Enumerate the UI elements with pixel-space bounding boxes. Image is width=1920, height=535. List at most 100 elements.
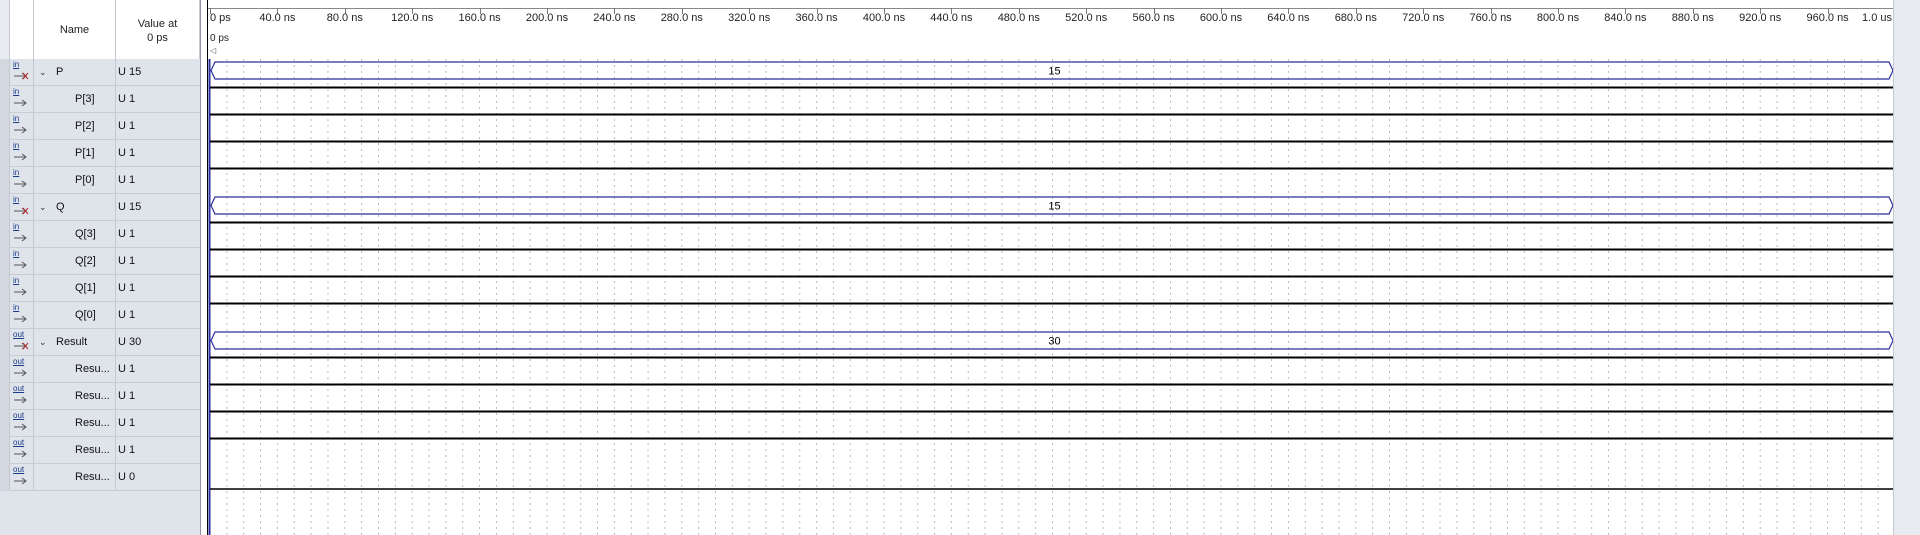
pin-arrow-icon xyxy=(14,477,27,485)
signal-value-cell: U 1 xyxy=(116,410,200,436)
pin-direction-label: in xyxy=(13,249,20,258)
ruler-tick-label: 240.0 ns xyxy=(593,12,636,24)
expand-chevron-icon[interactable]: ⌄ xyxy=(39,337,47,348)
signal-row[interactable]: out Resu... U 1 xyxy=(0,410,200,437)
signal-name-cell[interactable]: ⌄ P xyxy=(34,59,116,85)
signal-name-cell[interactable]: ⌄ Q xyxy=(34,194,116,220)
signal-name-cell[interactable]: Q[1] xyxy=(34,275,116,301)
ruler-tick-label: 1.0 us xyxy=(1862,12,1892,24)
waveform-panel[interactable]: 0 ps 40.0 ns 80.0 ns 120.0 ns 160.0 ns 200.0 … xyxy=(207,0,1896,535)
signal-name-cell[interactable]: Resu... xyxy=(34,410,116,436)
signal-value: U 0 xyxy=(118,471,136,483)
signal-row[interactable]: in P[0] U 1 xyxy=(0,167,200,194)
pin-direction-label: in xyxy=(13,222,20,231)
pin-arrow-icon xyxy=(14,99,27,107)
signal-row[interactable]: in P[2] U 1 xyxy=(0,113,200,140)
signal-list-panel: Name Value at 0 ps in ⌄ P U 15 in P[3] U 1 in P[… xyxy=(0,0,201,535)
row-stripe xyxy=(0,86,10,113)
pin-direction-label: in xyxy=(13,168,20,177)
signal-name-cell[interactable]: Q[3] xyxy=(34,221,116,247)
signal-name: P[3] xyxy=(75,93,95,105)
signal-row[interactable]: in P[1] U 1 xyxy=(0,140,200,167)
input-pin-icon: in xyxy=(10,275,34,301)
ruler-tick-label: 800.0 ns xyxy=(1536,12,1580,24)
signal-value-cell: U 15 xyxy=(116,194,200,220)
signal-name: Q xyxy=(56,201,65,213)
input-pin-icon: in xyxy=(10,86,34,112)
signal-row[interactable]: in Q[3] U 1 xyxy=(0,221,200,248)
row-stripe xyxy=(0,437,10,464)
signal-row[interactable]: in ⌄ P U 15 xyxy=(0,59,200,86)
time-ruler[interactable]: 0 ps 40.0 ns 80.0 ns 120.0 ns 160.0 ns 200.0 … xyxy=(208,0,1896,32)
signal-value-cell: U 1 xyxy=(116,113,200,139)
ruler-tick-label: 400.0 ns xyxy=(862,12,906,24)
pin-arrow-icon xyxy=(14,342,29,350)
signal-value-cell: U 1 xyxy=(116,302,200,328)
header-icon-column xyxy=(10,0,34,59)
value-column-header[interactable]: Value at 0 ps xyxy=(116,0,200,59)
signal-name: Q[3] xyxy=(75,228,96,240)
pin-arrow-icon xyxy=(14,450,27,458)
row-stripe xyxy=(0,59,10,86)
signal-value: U 1 xyxy=(118,228,136,240)
signal-value: U 15 xyxy=(118,201,142,213)
signal-row[interactable]: in ⌄ Q U 15 xyxy=(0,194,200,221)
expand-chevron-icon[interactable]: ⌄ xyxy=(39,67,47,78)
signal-name-cell[interactable]: Resu... xyxy=(34,437,116,463)
signal-row[interactable]: out Resu... U 1 xyxy=(0,356,200,383)
row-stripe xyxy=(0,275,10,302)
waveform-editor: Name Value at 0 ps in ⌄ P U 15 in P[3] U 1 in P[… xyxy=(0,0,1920,535)
waveform-canvas[interactable]: 15 15 30 xyxy=(208,59,1894,535)
output-pin-icon: out xyxy=(10,410,34,436)
signal-value: U 1 xyxy=(118,282,136,294)
output-bus-icon: out xyxy=(10,329,34,355)
signal-value-cell: U 1 xyxy=(116,383,200,409)
signal-name-cell[interactable]: P[3] xyxy=(34,86,116,112)
pin-direction-label: in xyxy=(13,87,20,96)
signal-row[interactable]: out Resu... U 0 xyxy=(0,464,200,491)
ruler-tick-label: 200.0 ns xyxy=(525,12,569,24)
bus-value-label: 15 xyxy=(1048,201,1060,213)
ruler-tick-label: 80.0 ns xyxy=(326,12,363,24)
waveform-area[interactable]: 15 15 30 xyxy=(208,59,1894,535)
ruler-tick-label: 880.0 ns xyxy=(1671,12,1714,24)
signal-value-cell: U 1 xyxy=(116,86,200,112)
pin-direction-label: in xyxy=(13,114,20,123)
signal-name: P[0] xyxy=(75,174,95,186)
row-stripe xyxy=(0,167,10,194)
header-stripe xyxy=(0,0,10,59)
cursor-marker-icon[interactable]: ◁ xyxy=(210,46,216,55)
signal-name: P xyxy=(56,66,64,78)
signal-name-cell[interactable]: P[0] xyxy=(34,167,116,193)
signal-row[interactable]: out Resu... U 1 xyxy=(0,437,200,464)
signal-name-cell[interactable]: Resu... xyxy=(34,464,116,490)
signal-name-cell[interactable]: P[2] xyxy=(34,113,116,139)
signal-row[interactable]: out Resu... U 1 xyxy=(0,383,200,410)
signal-row[interactable]: in Q[0] U 1 xyxy=(0,302,200,329)
signal-row[interactable]: in Q[2] U 1 xyxy=(0,248,200,275)
signal-value: U 1 xyxy=(118,174,136,186)
name-column-header[interactable]: Name xyxy=(34,0,116,59)
signal-row[interactable]: in P[3] U 1 xyxy=(0,86,200,113)
value-column-label: Value at xyxy=(137,17,178,30)
ruler-baseline xyxy=(208,8,1894,9)
signal-name-cell[interactable]: Resu... xyxy=(34,383,116,409)
signal-value-cell: U 30 xyxy=(116,329,200,355)
row-stripe xyxy=(0,410,10,437)
pin-direction-label: in xyxy=(13,195,20,204)
signal-name: Resu... xyxy=(75,390,110,402)
signal-value: U 1 xyxy=(118,147,136,159)
signal-row[interactable]: out ⌄ Result U 30 xyxy=(0,329,200,356)
signal-name-cell[interactable]: Q[0] xyxy=(34,302,116,328)
signal-name-cell[interactable]: ⌄ Result xyxy=(34,329,116,355)
signal-name-cell[interactable]: Resu... xyxy=(34,356,116,382)
signal-value-cell: U 1 xyxy=(116,248,200,274)
value-column-time: 0 ps xyxy=(147,31,168,44)
expand-chevron-icon[interactable]: ⌄ xyxy=(39,202,47,213)
pin-arrow-icon xyxy=(14,396,27,404)
signal-row[interactable]: in Q[1] U 1 xyxy=(0,275,200,302)
signal-name-cell[interactable]: Q[2] xyxy=(34,248,116,274)
vertical-scrollbar[interactable] xyxy=(1893,0,1920,535)
ruler-tick-label: 320.0 ns xyxy=(728,12,771,24)
signal-name-cell[interactable]: P[1] xyxy=(34,140,116,166)
